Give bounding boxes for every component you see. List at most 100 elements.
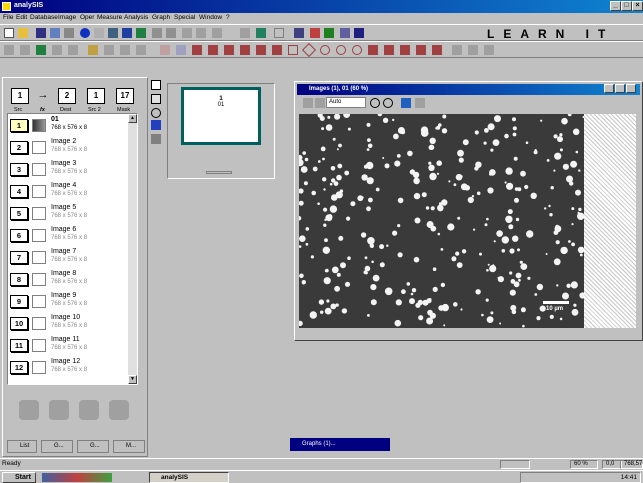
analysis-icon[interactable] xyxy=(256,28,266,38)
save-icon[interactable] xyxy=(36,28,46,38)
poly-icon[interactable] xyxy=(136,45,146,55)
learn-it-label[interactable]: LEARN IT xyxy=(487,27,614,41)
menu-file[interactable]: File xyxy=(3,14,13,21)
gallery-icon[interactable] xyxy=(151,134,161,144)
copy-icon[interactable] xyxy=(152,28,162,38)
src2-button[interactable]: 1 xyxy=(87,88,105,104)
line-icon[interactable] xyxy=(104,45,114,55)
edit-icon[interactable] xyxy=(432,45,442,55)
menu-special[interactable]: Special xyxy=(174,14,195,21)
move-icon[interactable] xyxy=(36,45,46,55)
text-icon[interactable] xyxy=(272,45,282,55)
help-icon[interactable] xyxy=(354,28,364,38)
menu-measure[interactable]: Measure xyxy=(97,14,122,21)
screen-icon[interactable] xyxy=(151,120,161,130)
menu-image[interactable]: Image xyxy=(58,14,76,21)
menu-oper[interactable]: Oper xyxy=(80,14,94,21)
circle3-icon[interactable] xyxy=(352,45,362,55)
list-item[interactable]: 3 Image 3 768 x 576 x 8 xyxy=(8,158,130,180)
pointer-icon[interactable] xyxy=(20,45,30,55)
paste-icon[interactable] xyxy=(166,28,176,38)
list-item[interactable]: 7 Image 7 768 x 576 x 8 xyxy=(8,246,130,268)
scale-icon[interactable] xyxy=(468,45,478,55)
rectangle-icon[interactable] xyxy=(288,45,298,55)
freehand-icon[interactable] xyxy=(368,45,378,55)
polygon-icon[interactable] xyxy=(384,45,394,55)
list-item[interactable]: 6 Image 6 768 x 576 x 8 xyxy=(8,224,130,246)
tool-icon[interactable] xyxy=(94,28,104,38)
tab-graphs[interactable]: G... xyxy=(77,440,109,453)
list-item[interactable]: 10 Image 10 768 x 576 x 8 xyxy=(8,312,130,334)
list-item[interactable]: 9 Image 9 768 x 576 x 8 xyxy=(8,290,130,312)
undo-icon[interactable] xyxy=(182,28,192,38)
micrograph-image[interactable]: 10 µm xyxy=(299,114,584,328)
chart-icon[interactable] xyxy=(340,28,350,38)
database-icon[interactable] xyxy=(50,28,60,38)
caliper-icon[interactable] xyxy=(192,45,202,55)
maximize-button[interactable]: □ xyxy=(621,1,632,11)
tab-gallery[interactable]: G... xyxy=(41,440,73,453)
red-icon[interactable] xyxy=(310,28,320,38)
image-min-button[interactable] xyxy=(604,84,614,93)
list-item[interactable]: 4 Image 4 768 x 576 x 8 xyxy=(8,180,130,202)
menu-edit[interactable]: Edit xyxy=(16,14,27,21)
pin-icon[interactable] xyxy=(68,45,78,55)
diamond-icon[interactable] xyxy=(301,42,317,58)
dest-button[interactable]: 2 xyxy=(58,88,76,104)
zoom-in-icon[interactable] xyxy=(370,98,380,108)
quick-launch[interactable] xyxy=(42,473,112,482)
image-list[interactable]: 1 01 768 x 576 x 8 2 Image 2 768 x 576 x… xyxy=(7,113,138,385)
fit-window-icon[interactable] xyxy=(303,98,313,108)
polyline-icon[interactable] xyxy=(416,45,426,55)
scroll-down-icon[interactable]: ▼ xyxy=(128,375,137,384)
rotate-icon[interactable] xyxy=(52,45,62,55)
zoom-out-icon[interactable] xyxy=(383,98,393,108)
green-icon[interactable] xyxy=(324,28,334,38)
menu-database[interactable]: Database xyxy=(30,14,58,21)
menu-analysis[interactable]: Analysis xyxy=(124,14,148,21)
minimize-button[interactable]: _ xyxy=(610,1,621,11)
scatter-icon[interactable] xyxy=(176,45,186,55)
list-item[interactable]: 8 Image 8 768 x 576 x 8 xyxy=(8,268,130,290)
point-icon[interactable] xyxy=(160,45,170,55)
list-item[interactable]: 5 Image 5 768 x 576 x 8 xyxy=(8,202,130,224)
grid-view-icon[interactable] xyxy=(315,98,325,108)
graphs-window-minimized[interactable]: Graphs (1)... xyxy=(290,438,390,451)
pan-icon[interactable] xyxy=(401,98,411,108)
acquire-icon[interactable] xyxy=(136,28,146,38)
h-caliper-icon[interactable] xyxy=(208,45,218,55)
menu-help[interactable]: ? xyxy=(226,14,230,21)
table-icon[interactable] xyxy=(151,80,161,90)
list-item[interactable]: 12 Image 12 768 x 576 x 8 xyxy=(8,356,130,378)
measure-icon[interactable] xyxy=(452,45,462,55)
info-icon[interactable] xyxy=(80,28,90,38)
zoom-icon[interactable] xyxy=(212,28,222,38)
grid-icon[interactable] xyxy=(294,28,304,38)
export-icon[interactable] xyxy=(49,400,69,420)
histogram-icon[interactable] xyxy=(274,28,284,38)
angle-icon[interactable] xyxy=(224,45,234,55)
properties-icon[interactable] xyxy=(415,98,425,108)
polygon2-icon[interactable] xyxy=(400,45,410,55)
filmstrip-frame[interactable]: 1 01 xyxy=(181,87,261,145)
scroll-up-icon[interactable]: ▲ xyxy=(128,114,137,123)
ellipse-icon[interactable] xyxy=(336,45,346,55)
mask-button[interactable]: 17 xyxy=(116,88,134,104)
image-max-button[interactable] xyxy=(615,84,625,93)
menu-window[interactable]: Window xyxy=(199,14,222,21)
list-item[interactable]: 2 Image 2 768 x 576 x 8 xyxy=(8,136,130,158)
list-item[interactable]: 1 01 768 x 576 x 8 xyxy=(8,114,130,136)
archive-icon[interactable] xyxy=(109,400,129,420)
print-icon[interactable] xyxy=(64,28,74,38)
monitor-icon[interactable] xyxy=(108,28,118,38)
list-item[interactable]: 11 Image 11 768 x 576 x 8 xyxy=(8,334,130,356)
list-scrollbar[interactable]: ▲ ▼ xyxy=(128,114,137,384)
function-arrow-icon[interactable]: → xyxy=(34,88,52,104)
arrow-icon[interactable] xyxy=(240,45,250,55)
src-button[interactable]: 1 xyxy=(11,88,29,104)
taskbar-app-analysis[interactable]: analySIS xyxy=(149,472,229,483)
layer-icon[interactable] xyxy=(88,45,98,55)
close-button[interactable]: × xyxy=(632,1,643,11)
open-icon[interactable] xyxy=(18,28,28,38)
draw-icon[interactable] xyxy=(240,28,250,38)
